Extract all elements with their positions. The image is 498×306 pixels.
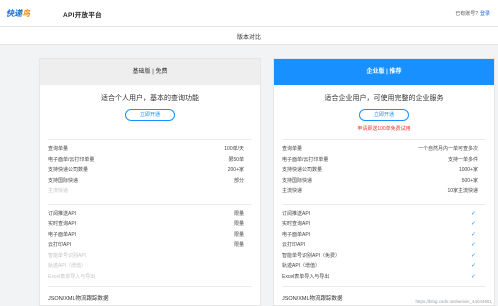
feature-row: 支持快递公司数量 200+家	[48, 167, 244, 173]
watermark: https://blog.csdn.net/weixin_44044951	[415, 299, 492, 304]
feature-row: 支持国际快递 500+家	[282, 177, 478, 184]
feature-row: 电子面单/云打印单量 支持一单多件	[282, 156, 478, 163]
check-icon: ✓	[470, 221, 476, 227]
feature-row: 查询单量 一个自然月内一单可查多次	[282, 146, 478, 152]
feature-row: Excel表单导入与导出 ✓	[282, 272, 486, 283]
login-link[interactable]: 登录	[480, 11, 490, 17]
feature-row: 支持国际快递 部分	[48, 177, 244, 184]
top-navbar: 快递鸟 API开放平台 已有账号? 登录	[0, 0, 498, 27]
page-title: 版本对比	[236, 35, 261, 41]
data-format-row: JSON/XML物流跟踪数据	[48, 296, 109, 302]
brand-logo[interactable]: 快递鸟	[6, 8, 30, 19]
feature-row: 电子面单/云打印单量 限50单	[48, 156, 244, 163]
divider	[48, 286, 252, 287]
enterprise-plan-description: 适合企业用户，可使用完整的企业服务	[324, 95, 444, 102]
feature-row: 电子面单API 限量	[48, 231, 244, 238]
page-title-bar: 版本对比	[0, 27, 498, 45]
feature-row: 实时查询API 限量	[48, 221, 244, 227]
free-trial-promo: 申请即送100单免费试用	[357, 126, 411, 132]
basic-plan-description: 适合个人用户，基本的查询功能	[101, 95, 199, 102]
basic-plan-card: 基础版 | 免费 适合个人用户，基本的查询功能 立即开通 查询单量 100单/天 …	[39, 58, 261, 306]
check-icon: ✓	[470, 242, 476, 248]
basic-open-button[interactable]: 立即开通	[125, 109, 175, 121]
enterprise-api-list: 订阅推送API ✓ 实时查询API ✓ 电子面单API ✓ 云打印API ✓ 智能单号识…	[274, 205, 494, 283]
enterprise-open-button[interactable]: 立即开通	[359, 109, 409, 121]
feature-row: 智能单号识别API（免费） ✓	[282, 251, 486, 262]
feature-row: 订阅推送API ✓	[282, 209, 486, 220]
platform-title: API开放平台	[63, 12, 102, 19]
enterprise-quota-list: 查询单量 一个自然月内一单可查多次 电子面单/云打印单量 支持一单多件 支持快递公司…	[274, 140, 494, 197]
basic-plan-header: 基础版 | 免费	[40, 59, 260, 85]
account-area: 已有账号? 登录	[455, 10, 490, 17]
basic-quota-list: 查询单量 100单/天 电子面单/云打印单量 限50单 支持快递公司数量 200+家 …	[40, 140, 260, 197]
feature-row: 订阅推送API 限量	[48, 210, 244, 217]
check-icon: ✓	[470, 210, 476, 217]
check-icon: ✓	[470, 263, 476, 269]
feature-row: 轨迹API（增值） ✓	[282, 261, 486, 272]
enterprise-plan-header: 企业版 | 推荐	[274, 59, 494, 85]
feature-row: 支持快递公司数量 1000+家	[282, 167, 478, 173]
feature-row: 实时查询API ✓	[282, 219, 486, 230]
check-icon: ✓	[470, 231, 476, 238]
divider	[282, 286, 486, 287]
enterprise-plan-card: 企业版 | 推荐 适合企业用户，可使用完整的企业服务 立即开通 申请即送100单…	[273, 58, 495, 306]
check-icon: ✓	[470, 252, 476, 259]
feature-row: 云打印API 限量	[48, 242, 244, 248]
feature-row: 云打印API ✓	[282, 240, 486, 251]
check-icon: ✓	[470, 273, 476, 280]
feature-row: 智能单号识别API	[48, 252, 87, 259]
feature-row: 查询单量 100单/天	[48, 146, 244, 152]
feature-row: 电子面单API ✓	[282, 230, 486, 241]
feature-row: 轨迹API（增值）	[48, 263, 87, 269]
basic-api-list: 订阅推送API 限量 实时查询API 限量 电子面单API 限量 云打印API 限量 智…	[40, 205, 260, 283]
feature-row: 主流快递 10家主流快递	[282, 188, 478, 194]
feature-row: 主流快递	[48, 188, 69, 194]
account-prompt: 已有账号?	[455, 11, 478, 17]
feature-row: Excel表单导入与导出	[48, 273, 96, 280]
